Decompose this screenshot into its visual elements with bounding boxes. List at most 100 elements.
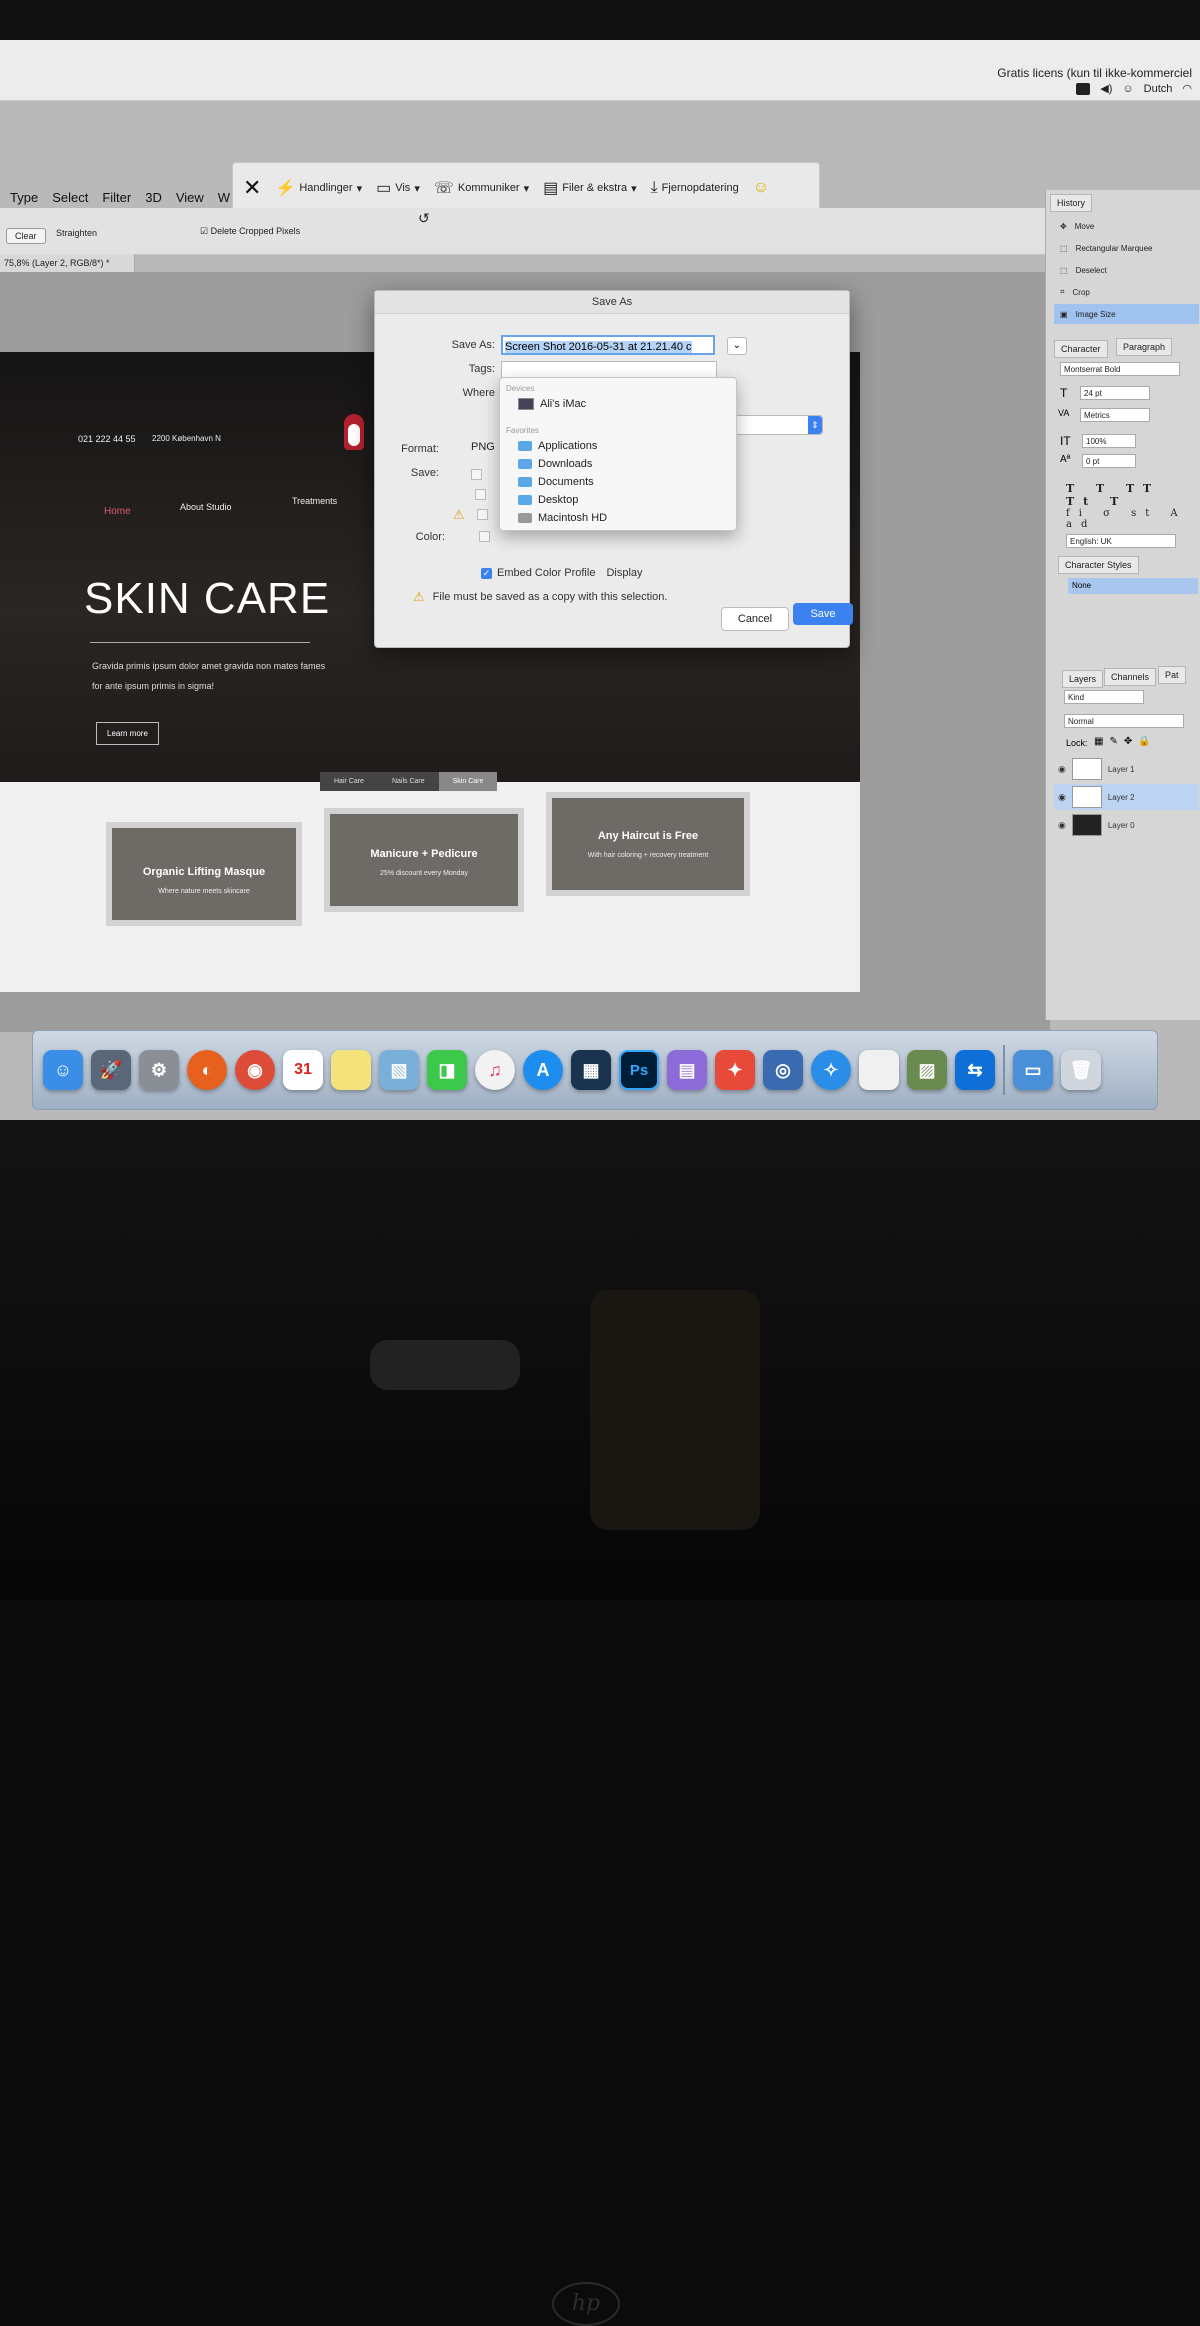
- menu-filter[interactable]: Filter: [102, 190, 131, 205]
- save-button[interactable]: Save: [793, 603, 853, 625]
- transmit-icon[interactable]: ▤: [667, 1050, 707, 1090]
- smiley-icon[interactable]: ☺: [753, 179, 769, 197]
- move-icon: ✥: [1060, 221, 1067, 231]
- remote-update-button[interactable]: ⤓ Fjernopdatering: [651, 179, 739, 197]
- location-item[interactable]: Applications: [518, 440, 597, 452]
- input-source[interactable]: Dutch: [1144, 83, 1173, 95]
- location-item[interactable]: Desktop: [518, 494, 578, 506]
- notes-icon[interactable]: [331, 1050, 371, 1090]
- location-item[interactable]: Macintosh HD: [518, 512, 607, 524]
- tab-character-styles[interactable]: Character Styles: [1058, 556, 1139, 574]
- iphoto-icon[interactable]: ▨: [907, 1050, 947, 1090]
- tab-character[interactable]: Character: [1054, 340, 1108, 358]
- tab-channels[interactable]: Channels: [1104, 668, 1157, 686]
- close-icon[interactable]: ✕: [243, 175, 261, 201]
- calendar-icon[interactable]: 31: [283, 1050, 323, 1090]
- embed-profile-checkbox[interactable]: ✓ Embed Color Profile Display: [481, 567, 643, 579]
- facetime-icon[interactable]: ◨: [427, 1050, 467, 1090]
- reset-icon[interactable]: ↺: [418, 210, 430, 227]
- clear-button[interactable]: Clear: [6, 228, 46, 244]
- menu-3d[interactable]: 3D: [145, 190, 162, 205]
- kerning-field[interactable]: Metrics: [1080, 408, 1150, 422]
- expand-chevron-icon[interactable]: ⌄: [727, 337, 747, 355]
- itunes-icon[interactable]: ♫: [475, 1050, 515, 1090]
- option-checkbox[interactable]: [471, 469, 482, 480]
- safari-icon[interactable]: ✧: [811, 1050, 851, 1090]
- text-style-buttons[interactable]: T T TT Tt T: [1066, 482, 1200, 508]
- tab-paragraph[interactable]: Paragraph: [1116, 338, 1173, 356]
- tab-layers[interactable]: Layers: [1062, 670, 1104, 688]
- history-item[interactable]: ⬚ Rectangular Marquee: [1054, 238, 1199, 258]
- straighten-button[interactable]: Straighten: [56, 228, 97, 238]
- audio-app-icon[interactable]: ◎: [763, 1050, 803, 1090]
- font-family-field[interactable]: Montserrat Bold: [1060, 362, 1180, 376]
- cancel-button[interactable]: Cancel: [721, 607, 789, 631]
- option-checkbox[interactable]: [477, 509, 488, 520]
- menu-type[interactable]: Type: [10, 190, 38, 205]
- history-item[interactable]: ⌗ Crop: [1054, 282, 1199, 302]
- launchpad-icon[interactable]: 🚀: [91, 1050, 131, 1090]
- opentype-buttons[interactable]: fi σ st A ad: [1066, 508, 1200, 530]
- lock-label: Lock:: [1066, 738, 1088, 748]
- options-bar: Clear Straighten ☑ Delete Cropped Pixels…: [0, 208, 1050, 255]
- mac-menubar: Gratis licens (kun til ikke-kommerciel ◀…: [0, 40, 1200, 101]
- eye-icon[interactable]: ◉: [1058, 820, 1066, 831]
- history-item[interactable]: ▣ Image Size: [1054, 304, 1199, 324]
- photoshop-icon[interactable]: Ps: [619, 1050, 659, 1090]
- finder-icon[interactable]: ☺: [43, 1050, 83, 1090]
- location-item[interactable]: Downloads: [518, 458, 592, 470]
- menu-select[interactable]: Select: [52, 190, 88, 205]
- actions-menu[interactable]: ⚡ Handlinger ▾: [275, 178, 362, 198]
- filename-field[interactable]: Screen Shot 2016-05-31 at 21.21.40 c: [501, 335, 715, 355]
- chrome-icon[interactable]: ◉: [235, 1050, 275, 1090]
- textedit-icon[interactable]: [859, 1050, 899, 1090]
- vertical-scale-field[interactable]: 100%: [1082, 434, 1136, 448]
- popcorn-time-icon[interactable]: ✦: [715, 1050, 755, 1090]
- history-item[interactable]: ✥ Move: [1054, 216, 1199, 236]
- option-checkbox[interactable]: [475, 489, 486, 500]
- tab-history[interactable]: History: [1050, 194, 1093, 212]
- preview-icon[interactable]: ▧: [379, 1050, 419, 1090]
- document-tab[interactable]: 75,8% (Layer 2, RGB/8*) *: [0, 254, 135, 272]
- teamviewer-icon[interactable]: ⇆: [955, 1050, 995, 1090]
- mission-control-icon[interactable]: ▦: [571, 1050, 611, 1090]
- baseline-field[interactable]: 0 pt: [1082, 454, 1136, 468]
- layer-filter-kind[interactable]: Kind: [1064, 690, 1144, 704]
- format-value[interactable]: PNG: [471, 441, 495, 453]
- files-menu[interactable]: ▤ Filer & ekstra ▾: [543, 178, 636, 198]
- downloads-stack-icon[interactable]: ▭: [1013, 1050, 1053, 1090]
- language-field[interactable]: English: UK: [1066, 534, 1176, 548]
- menu-window[interactable]: W: [218, 190, 230, 205]
- location-item-label: Downloads: [538, 458, 593, 470]
- location-item[interactable]: Ali's iMac: [518, 398, 586, 410]
- history-item[interactable]: ⬚ Deselect: [1054, 260, 1199, 280]
- where-popup[interactable]: ⇕: [731, 415, 823, 435]
- blend-mode-select[interactable]: Normal: [1064, 714, 1184, 728]
- firefox-icon[interactable]: ◐: [187, 1050, 227, 1090]
- delete-cropped-checkbox[interactable]: ☑ Delete Cropped Pixels: [200, 226, 300, 237]
- wifi-icon[interactable]: ◠: [1182, 82, 1192, 95]
- tab-paths[interactable]: Pat: [1158, 666, 1186, 684]
- bolt-icon: ⚡: [275, 180, 296, 197]
- menu-view[interactable]: View: [176, 190, 204, 205]
- layer-row[interactable]: ◉ Layer 2: [1054, 784, 1199, 810]
- system-preferences-icon[interactable]: ⚙: [139, 1050, 179, 1090]
- layer-row[interactable]: ◉ Layer 1: [1054, 756, 1199, 782]
- communicate-menu[interactable]: ☏ Kommuniker ▾: [434, 178, 529, 198]
- view-menu[interactable]: ▭ Vis ▾: [376, 178, 420, 198]
- eye-icon[interactable]: ◉: [1058, 764, 1066, 775]
- volume-icon[interactable]: ◀): [1100, 82, 1112, 95]
- option-checkbox[interactable]: [479, 531, 490, 542]
- location-item[interactable]: Documents: [518, 476, 594, 488]
- font-size-field[interactable]: 24 pt: [1080, 386, 1150, 400]
- eye-icon[interactable]: ◉: [1058, 792, 1066, 803]
- imac-icon: [518, 398, 534, 410]
- layer-row[interactable]: ◉ Layer 0: [1054, 812, 1199, 838]
- character-style-none[interactable]: None: [1068, 578, 1198, 594]
- save-as-label: Save As:: [451, 339, 495, 351]
- accessibility-icon[interactable]: ☺: [1122, 83, 1133, 95]
- app-store-icon[interactable]: A: [523, 1050, 563, 1090]
- music-icon[interactable]: [1076, 82, 1091, 95]
- lock-icons[interactable]: ▦✎✥🔒: [1094, 736, 1157, 747]
- trash-icon[interactable]: 🗑: [1061, 1050, 1101, 1090]
